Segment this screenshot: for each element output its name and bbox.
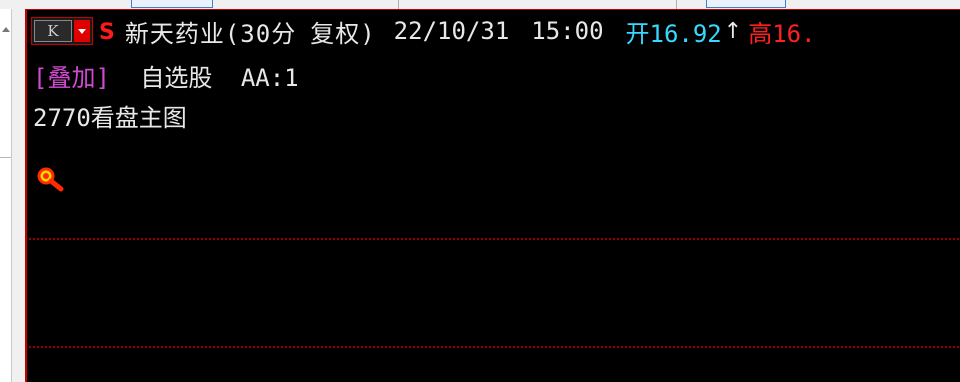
tab-secondary[interactable] [706,0,786,8]
tab-separator [676,0,677,9]
stock-name: 新天药业 [124,19,225,48]
main-chart-area[interactable]: K S 新天药业 (30分 复权) 22/10/31 15:00 开16.92 … [25,9,960,382]
left-panel [0,9,25,382]
grid-line [29,346,959,348]
open-price: 开16.92 [625,19,722,48]
up-arrow-icon: ↑ [723,18,743,44]
tab-active[interactable] [131,0,213,8]
aa-indicator: AA:1 [240,64,299,92]
chart-header: K S 新天药业 (30分 复权) 22/10/31 15:00 开16.92 … [31,16,816,48]
period-selector-button[interactable]: K [31,17,93,45]
period-label: (30分 [224,19,297,48]
scroll-up-icon[interactable] [2,27,10,32]
overlay-row: [叠加] 自选股 AA:1 [33,58,299,93]
vertical-scrollbar[interactable] [0,9,12,382]
stock-chart-window: K S 新天药业 (30分 复权) 22/10/31 15:00 开16.92 … [0,0,960,382]
high-price: 高16. [748,19,816,48]
grid-line [29,238,959,240]
magnifier-icon[interactable] [35,166,65,192]
chevron-down-icon[interactable] [74,20,90,42]
scrollbar-divider [0,157,11,158]
period-button-label[interactable]: K [34,20,72,42]
overlay-link[interactable]: [叠加] [33,64,110,92]
tab-separator [398,0,399,9]
date-label: 22/10/31 [393,17,510,45]
adjust-label: 复权) [310,19,376,48]
time-label: 15:00 [531,17,604,45]
s-icon[interactable]: S [99,20,115,45]
main-chart-title: 2770看盘主图 [33,104,187,132]
watchlist-label: 自选股 [140,64,213,92]
